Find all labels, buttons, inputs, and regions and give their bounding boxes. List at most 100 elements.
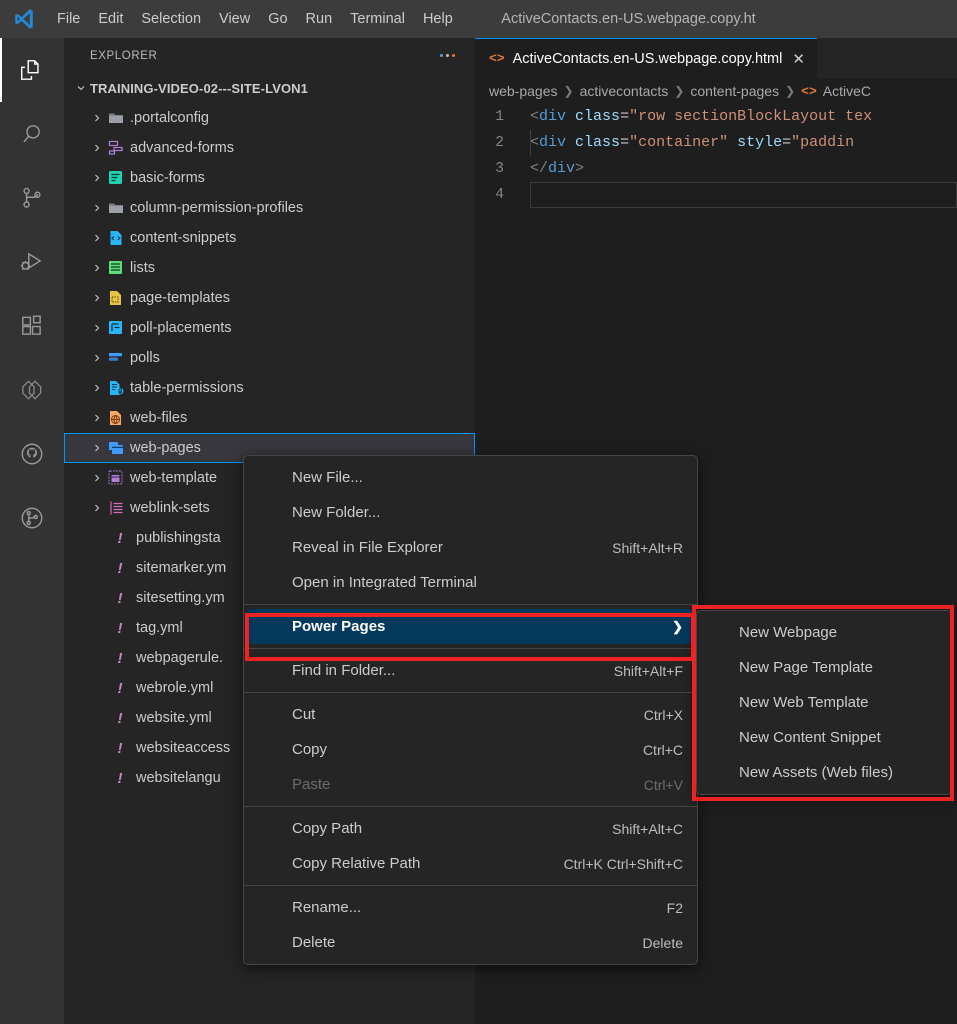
ellipsis-icon[interactable]	[440, 54, 455, 57]
tree-item-web-files[interactable]: web-files	[64, 403, 475, 433]
search-icon	[19, 121, 45, 147]
activitybar-item-git-graph[interactable]	[0, 486, 64, 550]
code-token: <	[530, 134, 539, 151]
advanced-form-icon	[108, 140, 124, 156]
vscode-logo-icon	[0, 0, 48, 38]
activitybar-item-source-control[interactable]	[0, 166, 64, 230]
context-menu-item-label: New Folder...	[292, 504, 380, 521]
menu-selection[interactable]: Selection	[132, 0, 210, 38]
chevron-right-icon	[88, 343, 106, 373]
menu-edit[interactable]: Edit	[89, 0, 132, 38]
code-token: =	[620, 134, 629, 151]
context-menu-item-label: Rename...	[292, 899, 361, 916]
files-icon	[19, 57, 45, 83]
breadcrumb-item-file[interactable]: ActiveC	[823, 83, 871, 99]
context-menu-item-copy-relative-path[interactable]: Copy Relative PathCtrl+K Ctrl+Shift+C	[248, 846, 693, 881]
code-token: <	[530, 108, 539, 125]
workspace-root-row[interactable]: TRAINING-VIDEO-02---SITE-LVON1	[64, 73, 475, 103]
submenu-item-new-web-template[interactable]: New Web Template	[701, 685, 947, 720]
code-token: div	[548, 160, 575, 177]
context-menu-item-new-folder[interactable]: New Folder...	[248, 495, 693, 530]
activitybar-item-extensions[interactable]	[0, 294, 64, 358]
context-menu-item-rename[interactable]: Rename... F2	[248, 890, 693, 925]
submenu-item-new-assets-web-files[interactable]: New Assets (Web files)	[701, 755, 947, 790]
menu-file[interactable]: File	[48, 0, 89, 38]
table-permission-icon	[108, 380, 124, 396]
run-debug-icon	[19, 249, 45, 275]
activitybar-item-explorer[interactable]	[0, 38, 64, 102]
code-line[interactable]: 1<div class="row sectionBlockLayout tex	[475, 104, 957, 130]
tree-item-column-permission-profiles[interactable]: column-permission-profiles	[64, 193, 475, 223]
tree-item-page-templates[interactable]: page-templates	[64, 283, 475, 313]
code-token: div	[539, 108, 566, 125]
tree-item-label: basic-forms	[130, 170, 205, 186]
activitybar-item-power-platform[interactable]	[0, 358, 64, 422]
menu-terminal[interactable]: Terminal	[341, 0, 414, 38]
context-menu-item-power-pages[interactable]: Power Pages❯	[248, 609, 693, 644]
submenu-item-new-content-snippet[interactable]: New Content Snippet	[701, 720, 947, 755]
menu-separator	[244, 806, 697, 807]
context-menu-item-copy[interactable]: CopyCtrl+C	[248, 732, 693, 767]
context-menu-item-delete[interactable]: DeleteDelete	[248, 925, 693, 960]
breadcrumb-item-web-pages[interactable]: web-pages	[489, 83, 558, 99]
web-page-icon	[108, 440, 124, 456]
context-menu-item-label: Open in Integrated Terminal	[292, 574, 477, 591]
context-menu-item-reveal-in-file-explorer[interactable]: Reveal in File ExplorerShift+Alt+R	[248, 530, 693, 565]
chevron-right-icon: ❯	[672, 619, 683, 635]
indent-guide	[530, 130, 531, 156]
tree-item-label: page-templates	[130, 290, 230, 306]
context-menu-item-shortcut: F2	[647, 900, 683, 916]
submenu-item-new-webpage[interactable]: New Webpage	[701, 615, 947, 650]
line-number: 3	[475, 156, 530, 182]
poll-icon	[108, 350, 124, 366]
code-token: class	[575, 134, 620, 151]
weblink-set-icon	[108, 500, 124, 516]
activitybar-item-search[interactable]	[0, 102, 64, 166]
tree-item-polls[interactable]: polls	[64, 343, 475, 373]
chevron-right-icon	[88, 463, 106, 493]
close-icon[interactable]: ✕	[790, 50, 807, 68]
context-menu-item-find-in-folder[interactable]: Find in Folder...Shift+Alt+F	[248, 653, 693, 688]
line-number: 4	[475, 182, 530, 208]
activitybar-item-github[interactable]	[0, 422, 64, 486]
page-template-icon	[108, 290, 124, 306]
code-line[interactable]: 2 <div class="container" style="paddin	[475, 130, 957, 156]
menu-go[interactable]: Go	[259, 0, 296, 38]
tree-item-advanced-forms[interactable]: advanced-forms	[64, 133, 475, 163]
yaml-icon: !	[112, 710, 128, 727]
menu-help[interactable]: Help	[414, 0, 462, 38]
tree-item-lists[interactable]: lists	[64, 253, 475, 283]
chevron-right-icon	[88, 283, 106, 313]
yaml-icon: !	[112, 620, 128, 637]
tree-item-content-snippets[interactable]: content-snippets	[64, 223, 475, 253]
menu-view[interactable]: View	[210, 0, 259, 38]
menu-run[interactable]: Run	[297, 0, 342, 38]
breadcrumb-item-activecontacts[interactable]: activecontacts	[580, 83, 669, 99]
tree-item--portalconfig[interactable]: .portalconfig	[64, 103, 475, 133]
tree-item-poll-placements[interactable]: poll-placements	[64, 313, 475, 343]
context-menu-item-open-in-integrated-terminal[interactable]: Open in Integrated Terminal	[248, 565, 693, 600]
chevron-right-icon	[88, 103, 106, 133]
explorer-header: EXPLORER	[64, 38, 475, 73]
tab-label: ActiveContacts.en-US.webpage.copy.html	[513, 51, 783, 67]
breadcrumb-item-content-pages[interactable]: content-pages	[690, 83, 779, 99]
tree-item-label: lists	[130, 260, 155, 276]
tab-activecontacts-html[interactable]: <> ActiveContacts.en-US.webpage.copy.htm…	[475, 38, 817, 78]
tree-file-label: webpagerule.	[136, 650, 223, 666]
code-line[interactable]: 4	[475, 182, 957, 208]
tree-item-table-permissions[interactable]: table-permissions	[64, 373, 475, 403]
tree-file-label: website.yml	[136, 710, 212, 726]
workspace-root-label: TRAINING-VIDEO-02---SITE-LVON1	[90, 81, 308, 96]
tree-item-basic-forms[interactable]: basic-forms	[64, 163, 475, 193]
editor-tab-bar: <> ActiveContacts.en-US.webpage.copy.htm…	[475, 38, 957, 78]
activitybar-item-run-and-debug[interactable]	[0, 230, 64, 294]
chevron-right-icon	[88, 313, 106, 343]
context-menu-item-copy-path[interactable]: Copy PathShift+Alt+C	[248, 811, 693, 846]
menu-separator	[244, 648, 697, 649]
code-line[interactable]: 3</div>	[475, 156, 957, 182]
html-code-icon: <>	[489, 51, 505, 66]
submenu-item-new-page-template[interactable]: New Page Template	[701, 650, 947, 685]
context-menu-item-cut[interactable]: CutCtrl+X	[248, 697, 693, 732]
tree-item-label: poll-placements	[130, 320, 232, 336]
context-menu-item-new-file[interactable]: New File...	[248, 460, 693, 495]
